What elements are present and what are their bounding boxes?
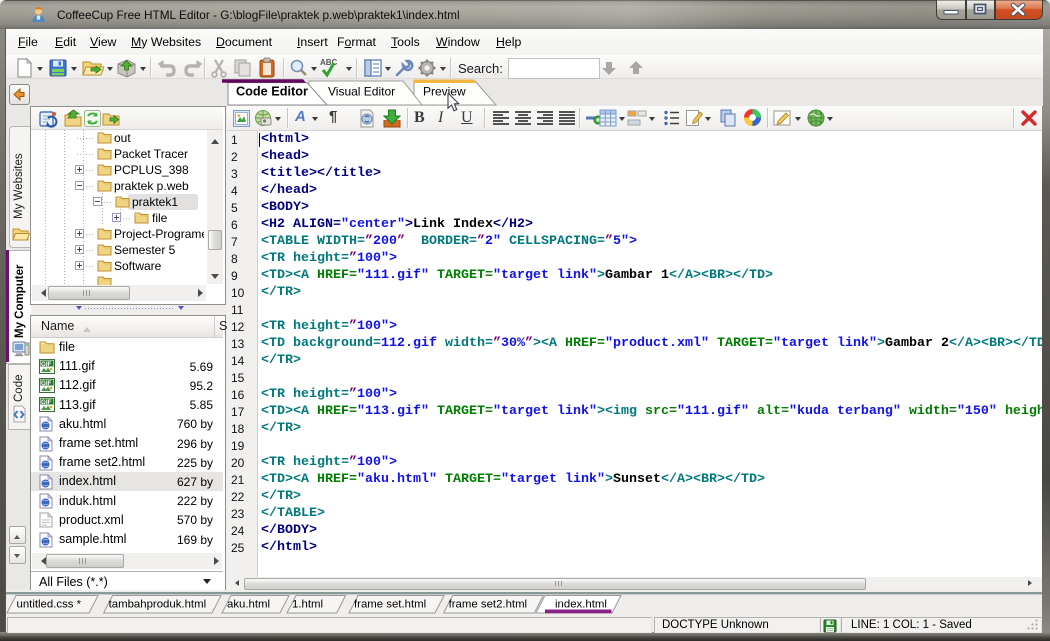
svg-text:GIF: GIF [41, 399, 52, 406]
svg-text:index.html: index.html [555, 599, 607, 611]
svg-text:1.html: 1.html [292, 599, 323, 611]
svg-text:Code Editor: Code Editor [236, 85, 308, 99]
svg-text:ABC: ABC [320, 58, 338, 67]
svg-text:aku.html: aku.html [227, 599, 270, 611]
svg-text:GIF: GIF [41, 361, 52, 368]
svg-text:tambahproduk.html: tambahproduk.html [109, 599, 207, 611]
svg-text:untitled.css *: untitled.css * [17, 599, 82, 611]
svg-text:frame set.html: frame set.html [354, 599, 426, 611]
svg-text:Visual Editor: Visual Editor [328, 85, 395, 99]
svg-text:frame set2.html: frame set2.html [449, 599, 527, 611]
svg-text:GIF: GIF [41, 380, 52, 387]
